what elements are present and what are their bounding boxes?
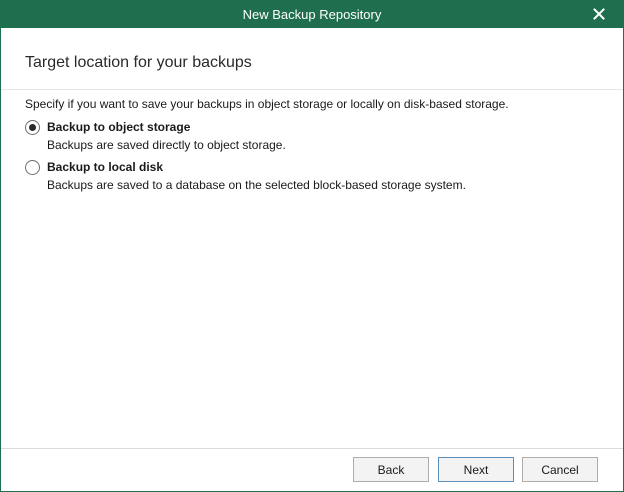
object-storage-radio[interactable]	[25, 120, 40, 135]
close-icon	[593, 8, 605, 20]
option-local-disk[interactable]: Backup to local disk Backups are saved t…	[25, 159, 466, 193]
radio-selected-dot	[29, 124, 36, 131]
option-object-storage[interactable]: Backup to object storage Backups are sav…	[25, 119, 286, 153]
back-button[interactable]: Back	[353, 457, 429, 482]
object-storage-description: Backups are saved directly to object sto…	[47, 138, 286, 152]
header-divider	[1, 89, 623, 90]
local-disk-radio[interactable]	[25, 160, 40, 175]
title-bar: New Backup Repository	[1, 0, 623, 28]
page-description: Specify if you want to save your backups…	[25, 97, 509, 111]
window-title: New Backup Repository	[242, 6, 382, 22]
local-disk-label[interactable]: Backup to local disk	[47, 159, 466, 175]
new-backup-repository-dialog: New Backup Repository Target location fo…	[0, 0, 624, 492]
cancel-button[interactable]: Cancel	[522, 457, 598, 482]
object-storage-label[interactable]: Backup to object storage	[47, 119, 286, 135]
local-disk-description: Backups are saved to a database on the s…	[47, 178, 466, 192]
page-title: Target location for your backups	[25, 54, 252, 71]
close-button[interactable]	[575, 0, 623, 28]
next-button[interactable]: Next	[438, 457, 514, 482]
footer-divider	[1, 448, 623, 449]
